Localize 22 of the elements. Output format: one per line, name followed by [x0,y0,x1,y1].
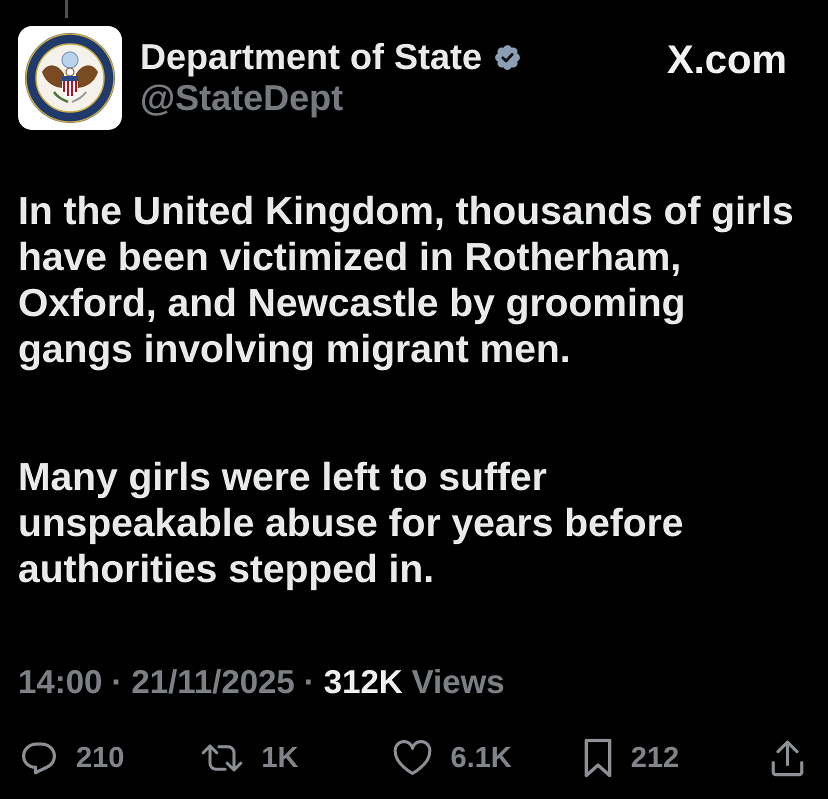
repost-icon [201,743,244,773]
source-label: X.com [666,38,787,82]
account-handle[interactable]: @StateDept [140,77,344,119]
bookmark-icon [582,738,613,778]
repost-button[interactable]: 1K [201,738,298,778]
share-button[interactable] [770,739,805,777]
post-date: 21/11/2025 [131,662,295,702]
post-text: In the United Kingdom, thousands of girls have been victimized in Rotherham, Oxford, and Newcastle by grooming gangs involving migrant men. [18,189,795,373]
like-button[interactable]: 6.1K [393,738,512,778]
share-icon [770,739,805,777]
views-label: Views [412,662,505,702]
bookmark-button[interactable]: 212 [582,738,680,778]
view-count: 312K [324,662,403,702]
post-time: 14:00 [18,662,102,702]
reply-button[interactable]: 210 [20,738,124,778]
seal-avatar-icon[interactable] [18,26,122,130]
thread-line [65,0,68,18]
account-name[interactable]: Department of State [140,37,482,77]
separator-dot: · [111,662,122,702]
post-text: Many girls were left to suffer unspeakable abuse for years before authorities stepped in. [18,455,684,593]
heart-icon [393,740,432,776]
separator-dot: · [304,662,315,702]
